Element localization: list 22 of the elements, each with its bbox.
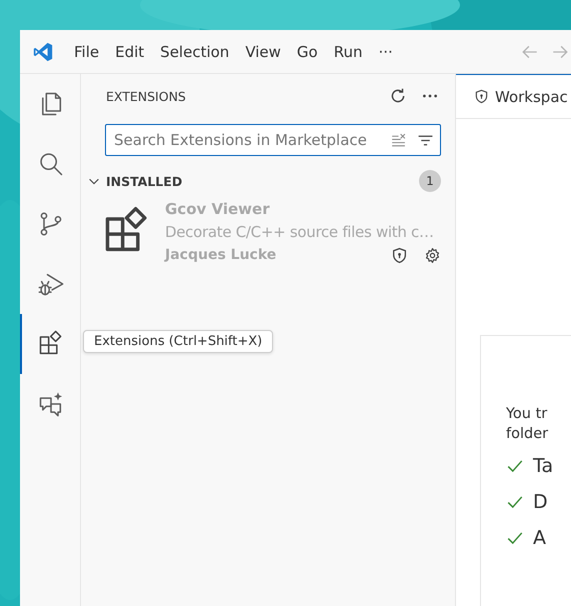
extension-description: Decorate C/C++ source files with c… <box>165 222 435 243</box>
menu-item[interactable]: View <box>237 38 289 66</box>
section-header[interactable]: INSTALLED 1 <box>81 168 455 194</box>
count-badge: 1 <box>419 170 441 192</box>
card-text: folder <box>506 425 550 444</box>
publisher-name: Jacques Lucke <box>165 246 278 265</box>
tooltip: Extensions (Ctrl+Shift+X) <box>83 330 274 353</box>
search-field[interactable]: Search Extensions in Marketplace <box>105 124 441 156</box>
extension-name: Gcov Viewer <box>165 199 271 220</box>
panel-title: EXTENSIONS <box>106 88 187 104</box>
card-text: You tr <box>506 405 548 424</box>
check-item-text: A <box>533 527 546 549</box>
menu-item[interactable]: Run <box>326 38 370 66</box>
check-item-text: D <box>533 491 548 513</box>
menu-item[interactable]: Selection <box>152 38 238 66</box>
check-item-text: Ta <box>533 455 554 477</box>
menu-item[interactable]: ··· <box>370 38 401 66</box>
menu-item[interactable]: File <box>66 38 108 66</box>
menu-item[interactable]: Edit <box>107 38 152 66</box>
editor-tab[interactable]: Workspac <box>456 74 571 118</box>
tab-label: Workspac <box>495 88 568 106</box>
menu-item[interactable]: Go <box>288 38 326 66</box>
